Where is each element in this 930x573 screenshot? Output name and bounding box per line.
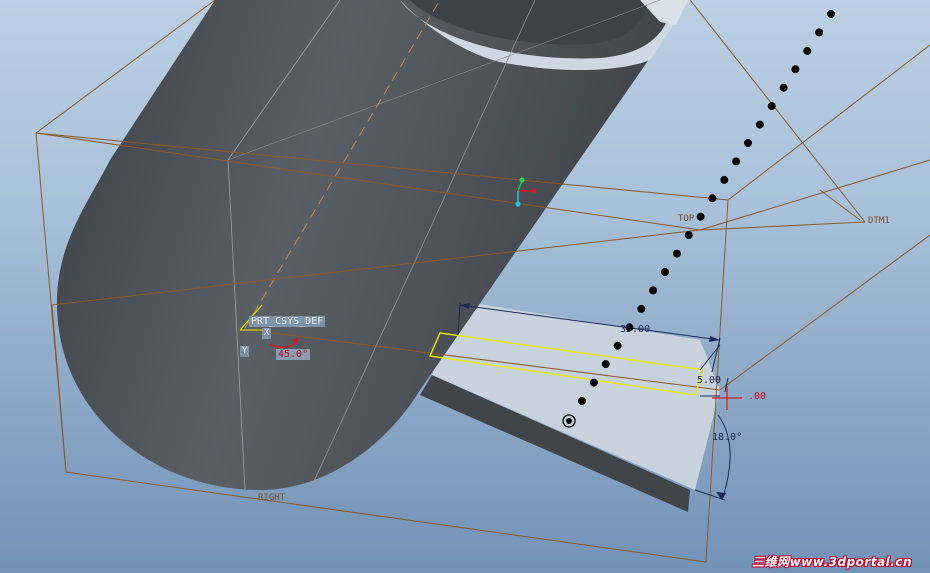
dimension-length[interactable]: 35.00 xyxy=(620,324,650,335)
path-dot xyxy=(803,46,812,55)
path-dot xyxy=(589,378,598,387)
path-dot xyxy=(720,175,729,184)
model-canvas[interactable] xyxy=(0,0,930,573)
path-dot xyxy=(815,28,824,37)
axis-tag-y: Y xyxy=(240,346,250,357)
path-dot xyxy=(649,286,658,295)
path-dot xyxy=(755,120,764,129)
path-dot xyxy=(601,360,610,369)
dimension-width[interactable]: 5.00 xyxy=(697,375,721,386)
path-dot xyxy=(661,268,669,276)
path-dot xyxy=(791,65,800,74)
path-dot xyxy=(708,194,717,203)
path-dot xyxy=(779,83,788,92)
axis-tag-x: X xyxy=(262,328,272,339)
path-dot xyxy=(696,212,705,221)
graphics-viewport[interactable]: PRT_CSYS_DEF X Y 45.0° TOP RIGHT DTM1 35… xyxy=(0,0,930,573)
dimension-offset[interactable]: .00 xyxy=(748,391,766,402)
path-dot xyxy=(637,304,646,313)
path-dot xyxy=(732,157,741,166)
path-dot xyxy=(672,249,681,258)
path-dot xyxy=(744,139,752,147)
csys-label[interactable]: PRT_CSYS_DEF xyxy=(249,316,326,327)
path-dot xyxy=(767,102,776,111)
angle-label[interactable]: 45.0° xyxy=(276,349,311,360)
datum-label-right[interactable]: RIGHT xyxy=(258,493,285,504)
path-dot xyxy=(613,341,622,350)
watermark-logo: 三维网www.3dportal.cn xyxy=(752,555,912,569)
path-dot xyxy=(684,231,693,240)
datum-label-dtm1[interactable]: DTM1 xyxy=(868,216,890,227)
path-dot xyxy=(827,10,835,18)
datum-label-top[interactable]: TOP xyxy=(678,214,694,225)
path-dot xyxy=(578,397,586,405)
dimension-angle[interactable]: 18.0° xyxy=(712,432,742,443)
